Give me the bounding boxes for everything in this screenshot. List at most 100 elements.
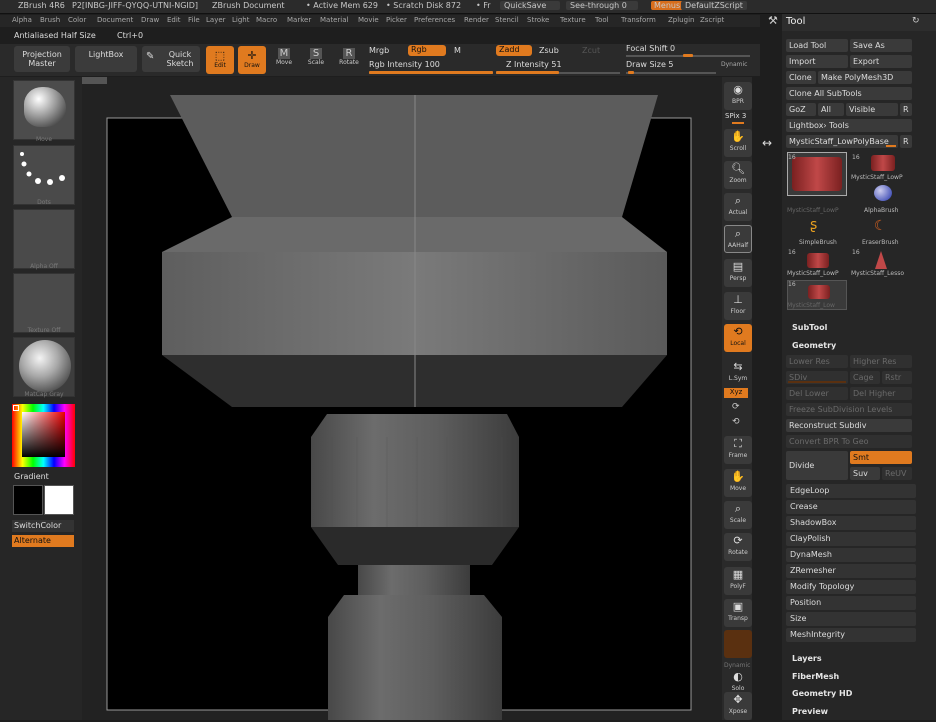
edgeloop-subsection[interactable]: EdgeLoop: [786, 484, 916, 498]
zsub-button[interactable]: Zsub: [539, 46, 559, 55]
dynamic-button[interactable]: Dynamic: [721, 61, 747, 68]
menu-edit[interactable]: Edit: [167, 16, 181, 24]
main-color-swatch[interactable]: [13, 485, 43, 515]
actual-button[interactable]: ⌕ Actual: [724, 193, 752, 221]
polyf-button[interactable]: ▦ PolyF: [724, 567, 752, 595]
suv-toggle[interactable]: Suv: [850, 467, 880, 480]
crease-subsection[interactable]: Crease: [786, 500, 916, 514]
clone-all-subtools-button[interactable]: Clone All SubTools: [786, 87, 912, 100]
z-intensity-slider[interactable]: Z Intensity 51: [506, 60, 562, 69]
rstr-button[interactable]: Rstr: [882, 371, 912, 384]
scroll-button[interactable]: ✋ Scroll: [724, 129, 752, 157]
local-button[interactable]: ⟲ Local: [724, 324, 752, 352]
brush-thumbnail[interactable]: [13, 80, 75, 140]
reconstruct-subdiv-button[interactable]: Reconstruct Subdiv: [786, 419, 912, 432]
menu-tool[interactable]: Tool: [595, 16, 609, 24]
color-sv-square[interactable]: [22, 412, 65, 457]
menu-render[interactable]: Render: [464, 16, 489, 24]
move-view-button[interactable]: ✋ Move: [724, 469, 752, 497]
see-through-slider[interactable]: See-through 0: [566, 1, 638, 10]
menu-document[interactable]: Document: [97, 16, 133, 24]
material-thumbnail[interactable]: [13, 337, 75, 397]
menu-transform[interactable]: Transform: [621, 16, 656, 24]
alternate-button[interactable]: Alternate: [12, 535, 74, 547]
transp-button[interactable]: ▣ Transp: [724, 599, 752, 627]
geometry-hd-section[interactable]: Geometry HD: [792, 689, 852, 698]
higher-res-button[interactable]: Higher Res: [850, 355, 912, 368]
menu-picker[interactable]: Picker: [386, 16, 407, 24]
convert-bpr-button[interactable]: Convert BPR To Geo: [786, 435, 912, 448]
meshintegrity-subsection[interactable]: MeshIntegrity: [786, 628, 916, 642]
color-picker[interactable]: [12, 404, 75, 467]
lightbox-tools-button[interactable]: Lightbox› Tools: [786, 119, 912, 132]
menu-color[interactable]: Color: [68, 16, 86, 24]
clone-button[interactable]: Clone: [786, 71, 816, 84]
viewport-canvas[interactable]: [82, 77, 722, 720]
goz-r-button[interactable]: R: [900, 103, 912, 116]
m-button[interactable]: M: [454, 46, 461, 55]
xpose-button[interactable]: ✥ Xpose: [724, 692, 752, 720]
menu-macro[interactable]: Macro: [256, 16, 277, 24]
modify-topology-subsection[interactable]: Modify Topology: [786, 580, 916, 594]
cage-button[interactable]: Cage: [850, 371, 880, 384]
spix-slider[interactable]: SPix 3: [725, 112, 746, 120]
lower-res-button[interactable]: Lower Res: [786, 355, 848, 368]
switchcolor-button[interactable]: SwitchColor: [12, 520, 74, 532]
menus-button[interactable]: Menus: [651, 1, 684, 10]
menu-layer[interactable]: Layer: [206, 16, 226, 24]
freeze-subdiv-button[interactable]: Freeze SubDivision Levels: [786, 403, 912, 416]
move-button[interactable]: M Move: [272, 48, 296, 66]
menu-alpha[interactable]: Alpha: [12, 16, 32, 24]
goz-button[interactable]: GoZ: [786, 103, 816, 116]
reuv-toggle[interactable]: ReUV: [882, 467, 912, 480]
lightbox-button[interactable]: LightBox: [75, 46, 137, 72]
size-subsection[interactable]: Size: [786, 612, 916, 626]
alpha-thumbnail[interactable]: [13, 209, 75, 269]
secondary-color-swatch[interactable]: [44, 485, 74, 515]
projection-master-button[interactable]: Projection Master: [14, 46, 70, 72]
edit-button[interactable]: ⬚ Edit: [206, 46, 234, 74]
menu-stroke[interactable]: Stroke: [527, 16, 549, 24]
xyz-button[interactable]: Xyz: [724, 388, 748, 398]
frame-button[interactable]: ⛶ Frame: [724, 436, 752, 464]
canvas-scroll-handle[interactable]: [82, 77, 107, 84]
rotate-button[interactable]: R Rotate: [336, 48, 362, 66]
zremesher-subsection[interactable]: ZRemesher: [786, 564, 916, 578]
stroke-thumbnail[interactable]: [13, 145, 75, 205]
menu-draw[interactable]: Draw: [141, 16, 159, 24]
zoom-button[interactable]: 🔍︎ Zoom: [724, 161, 752, 189]
menu-marker[interactable]: Marker: [287, 16, 311, 24]
divide-button[interactable]: Divide: [786, 451, 848, 480]
claypolish-subsection[interactable]: ClayPolish: [786, 532, 916, 546]
menu-material[interactable]: Material: [320, 16, 348, 24]
tool-thumb-6[interactable]: [807, 253, 829, 268]
focal-shift-slider[interactable]: Focal Shift 0: [626, 44, 675, 53]
preview-section[interactable]: Preview: [792, 707, 828, 716]
dynamesh-subsection[interactable]: DynaMesh: [786, 548, 916, 562]
rgb-button[interactable]: Rgb: [408, 45, 446, 56]
tool-panel-header[interactable]: ⚒ Tool ↻: [768, 14, 936, 31]
lsym-button[interactable]: ⇆ L.Sym: [724, 359, 752, 387]
make-polymesh-button[interactable]: Make PolyMesh3D: [818, 71, 912, 84]
menu-file[interactable]: File: [188, 16, 200, 24]
load-tool-button[interactable]: Load Tool: [786, 39, 848, 52]
color-picker-marker[interactable]: [13, 405, 19, 411]
rotate-y-icon[interactable]: ⟳: [732, 402, 740, 412]
import-button[interactable]: Import: [786, 55, 848, 68]
eraserbrush-icon[interactable]: ☾: [874, 218, 887, 234]
aahalf-button[interactable]: ⌕ AAHalf: [724, 225, 752, 253]
subtool-section[interactable]: SubTool: [792, 323, 827, 332]
defaultzscript-button[interactable]: DefaultZScript: [681, 1, 747, 10]
goz-visible-button[interactable]: Visible: [846, 103, 898, 116]
geometry-section[interactable]: Geometry: [792, 341, 836, 350]
goz-all-button[interactable]: All: [818, 103, 844, 116]
menu-zscript[interactable]: Zscript: [700, 16, 724, 24]
bpr-button[interactable]: ◉ BPR: [724, 82, 752, 110]
menu-brush[interactable]: Brush: [40, 16, 60, 24]
smt-toggle[interactable]: Smt: [850, 451, 912, 464]
zadd-button[interactable]: Zadd: [496, 45, 532, 56]
tool-thumb-1[interactable]: [787, 152, 847, 196]
position-subsection[interactable]: Position: [786, 596, 916, 610]
menu-light[interactable]: Light: [232, 16, 249, 24]
tool-thumb-7[interactable]: [875, 251, 887, 269]
